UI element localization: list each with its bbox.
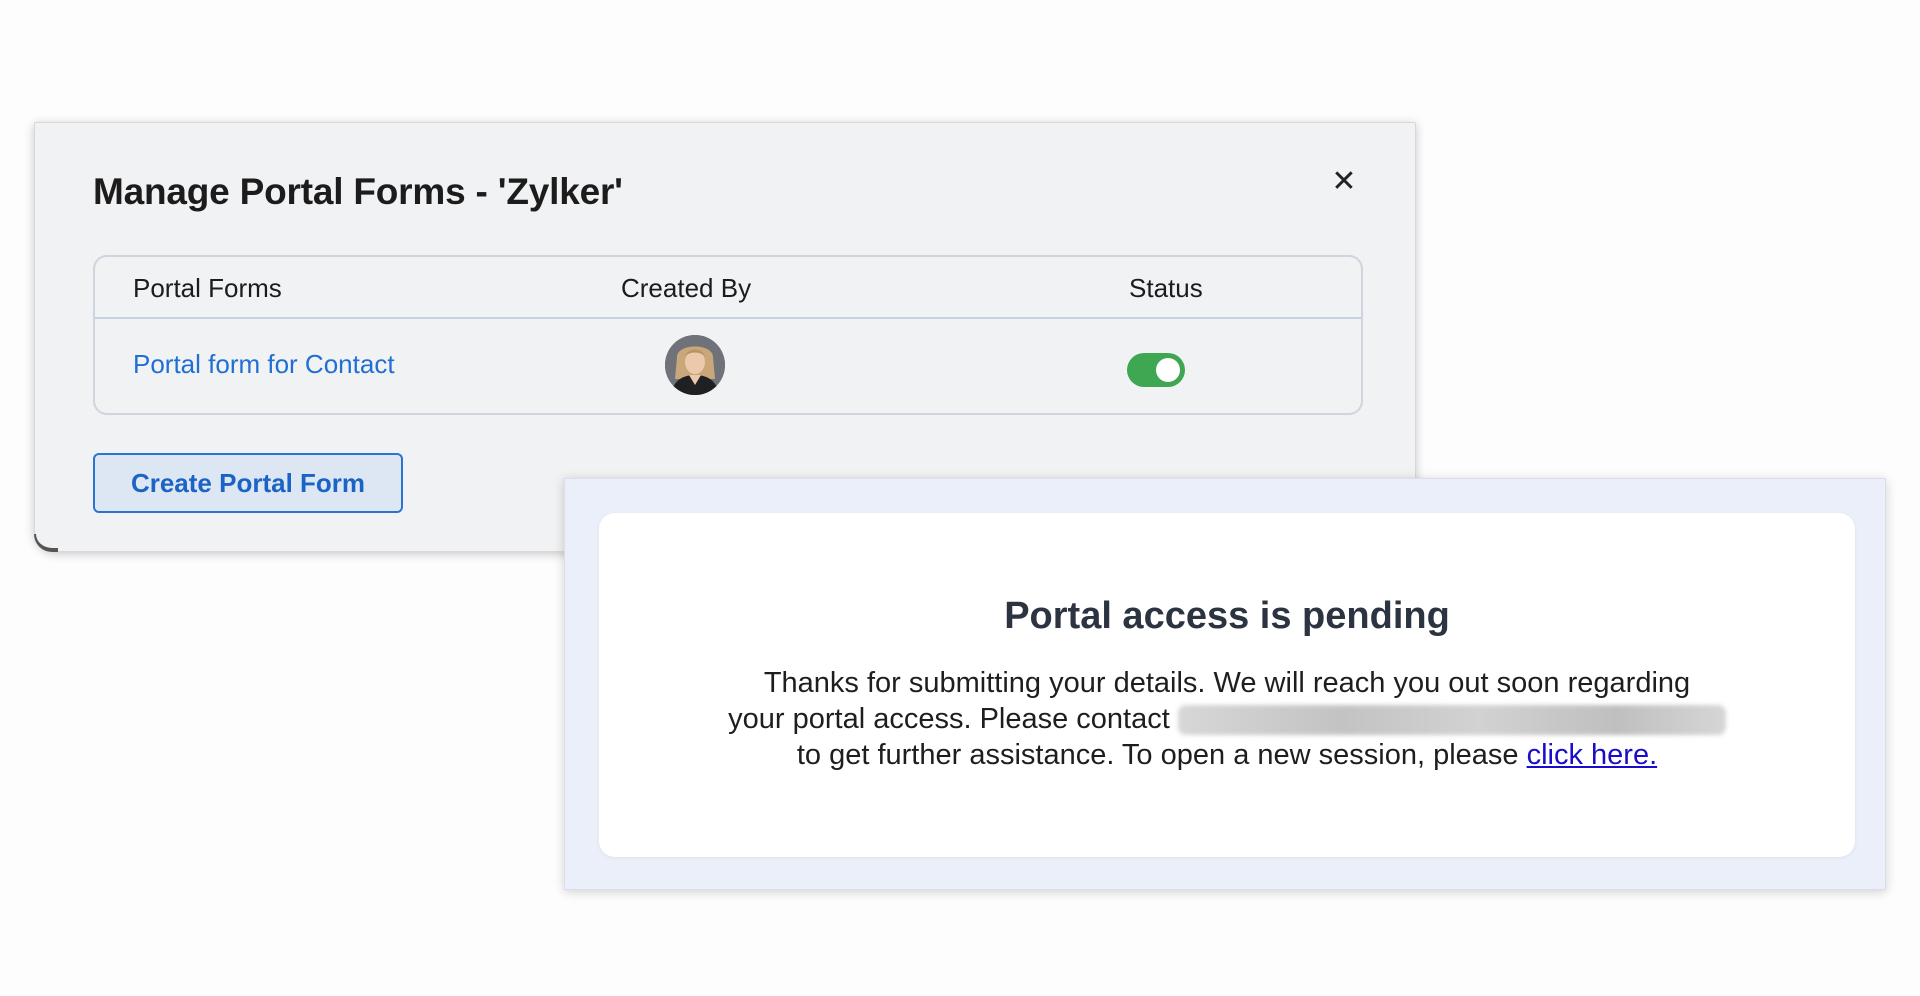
create-portal-form-button[interactable]: Create Portal Form <box>93 453 403 513</box>
table-row: Portal form for Contact <box>95 319 1361 413</box>
pending-card: Portal access is pending Thanks for subm… <box>599 513 1855 857</box>
click-here-link[interactable]: click here. <box>1527 739 1658 771</box>
portal-form-link[interactable]: Portal form for Contact <box>133 349 395 380</box>
pending-message: Thanks for submitting your details. We w… <box>599 665 1855 773</box>
pending-line-3-text: to get further assistance. To open a new… <box>796 739 1519 771</box>
header-status: Status <box>1129 273 1203 303</box>
pending-line-2: your portal access. Please contact <box>599 701 1855 737</box>
portal-pending-panel: Portal access is pending Thanks for subm… <box>564 478 1886 890</box>
status-toggle[interactable] <box>1127 353 1185 387</box>
close-icon[interactable]: ✕ <box>1329 167 1359 197</box>
toggle-knob <box>1156 358 1180 382</box>
blurred-email <box>1177 705 1726 736</box>
header-created-by: Created By <box>621 273 752 303</box>
dialog-title: Manage Portal Forms - 'Zylker' <box>93 171 623 212</box>
pending-line-2-text: your portal access. Please contact <box>728 703 1170 735</box>
table-header: Portal Forms Created By Status <box>95 257 1361 319</box>
pending-line-3: to get further assistance. To open a new… <box>599 737 1855 773</box>
pending-title: Portal access is pending <box>1004 595 1450 637</box>
pending-line-1: Thanks for submitting your details. We w… <box>763 667 1691 699</box>
header-portal-forms: Portal Forms <box>133 273 282 303</box>
avatar <box>665 335 725 395</box>
portal-forms-table: Portal Forms Created By Status Portal fo… <box>93 255 1363 415</box>
